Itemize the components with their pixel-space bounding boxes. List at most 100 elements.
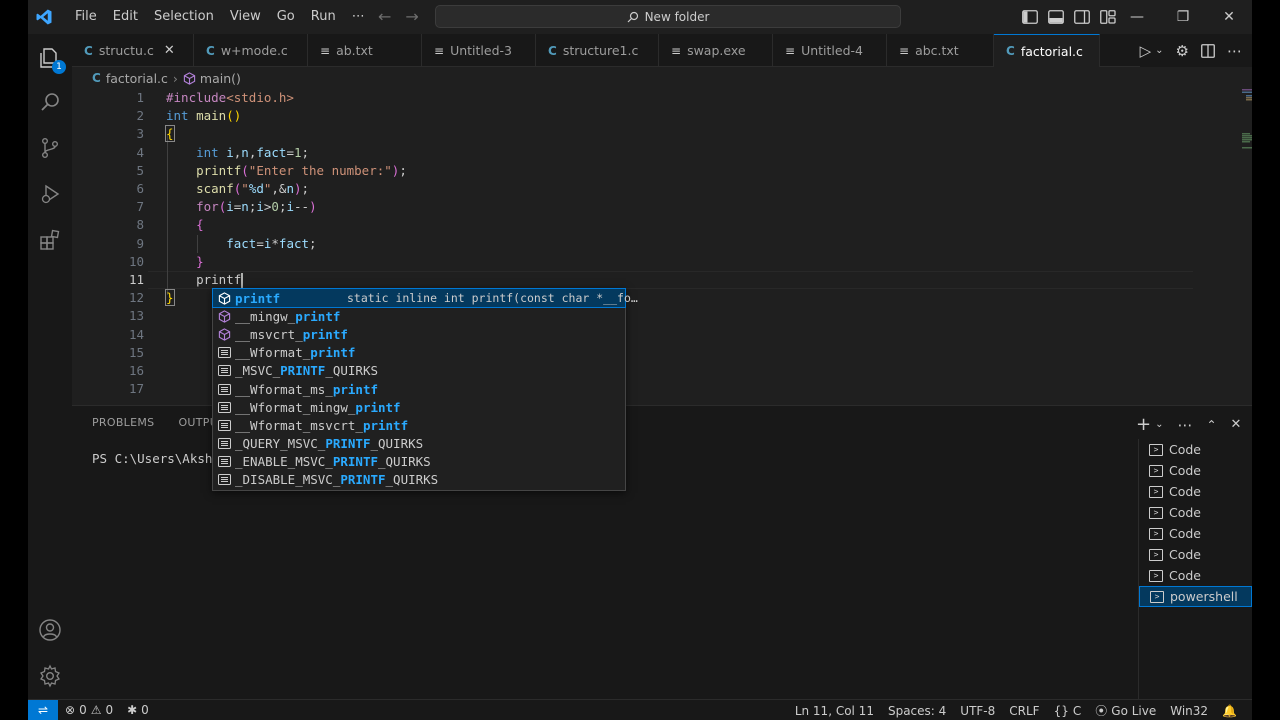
terminal-item[interactable]: > Code [1139,544,1252,565]
ports-status[interactable]: ✱ 0 [120,703,156,717]
text-symbol-icon [217,473,231,487]
menu-more[interactable]: ⋯ [344,0,373,34]
suggestion-item[interactable]: __Wformat_mingw_ printf [213,398,625,416]
suggestion-item[interactable]: printf static inline int printf(const cha… [212,287,638,309]
error-icon: ⊗ [65,703,76,717]
more-actions-icon[interactable]: ⋯ [1177,416,1192,434]
terminal-prompt[interactable]: PS C:\Users\Akshi [92,451,220,466]
terminal-item[interactable]: > Code [1139,439,1252,460]
toggle-primary-sidebar-icon[interactable] [1022,10,1038,24]
maximize-panel-chevron-up-icon[interactable]: ⌃ [1206,418,1216,432]
language-mode[interactable]: {} C [1047,704,1089,718]
extensions-icon[interactable] [28,218,72,262]
tab-structure1-c[interactable]: C structure1.c [536,34,659,67]
suggestion-prefix: __mingw_ [235,308,296,324]
toggle-panel-icon[interactable] [1048,10,1064,24]
line-number: 11 [128,272,144,287]
source-control-icon[interactable] [28,126,72,170]
close-window-icon[interactable]: ✕ [1206,0,1252,34]
suggestion-match: printf [362,417,409,433]
tab-untitled-4[interactable]: ≡ Untitled-4 [773,34,887,67]
suggestion-match: PRINTF [325,436,371,452]
line-number: 9 [136,235,144,251]
breadcrumb-file[interactable]: factorial.c [106,71,168,86]
suggestion-item[interactable]: __Wformat_ms_ printf [213,380,625,398]
problems-status[interactable]: ⊗ 0 ⚠ 0 [58,703,120,717]
accounts-icon[interactable] [28,608,72,652]
menu-go[interactable]: Go [269,0,303,34]
letterbox-right [1252,0,1280,720]
menu-view[interactable]: View [222,0,269,34]
line-number: 8 [136,217,144,233]
line-number: 12 [128,290,144,306]
suggestion-item[interactable]: _ENABLE_MSVC_ PRINTF _QUIRKS [213,453,625,471]
terminal-item[interactable]: > Code [1139,502,1252,523]
tab-problems[interactable]: PROBLEMS [92,416,154,429]
close-tab-icon[interactable]: ✕ [164,43,175,58]
terminal-dropdown-chevron-icon[interactable]: ⌄ [1155,419,1163,430]
suggestion-item[interactable]: _QUERY_MSVC_ PRINTF _QUIRKS [213,435,625,453]
manage-gear-icon[interactable] [28,654,72,698]
suggestion-prefix: _DISABLE_MSVC_ [235,472,341,488]
suggestion-item[interactable]: __mingw_ printf [213,307,625,325]
tab-structu-c[interactable]: C structu.c ✕ [72,34,194,67]
suggestion-item[interactable]: _DISABLE_MSVC_ PRINTF _QUIRKS [213,471,625,489]
indentation[interactable]: Spaces: 4 [881,704,953,718]
more-actions-icon[interactable]: ⋯ [1227,42,1242,60]
tab-swap-exe[interactable]: ≡ swap.exe [659,34,773,67]
tab-abc-txt[interactable]: ≡ abc.txt [887,34,994,67]
autocomplete-suggestions: printf static inline int printf(const cha… [212,287,638,491]
cursor-position[interactable]: Ln 11, Col 11 [788,704,881,718]
menu-selection[interactable]: Selection [146,0,222,34]
typed-text: printf [196,272,242,287]
minimize-icon[interactable]: — [1114,0,1160,34]
c-file-icon: C [84,43,93,58]
terminal-item-selected[interactable]: > powershell [1139,586,1252,607]
suggestion-item[interactable]: __Wformat_ printf [213,344,625,362]
letterbox-left [0,0,28,720]
nav-arrows: ← → [378,7,419,26]
close-panel-icon[interactable]: ✕ [1231,417,1242,432]
forward-arrow-icon[interactable]: → [405,7,418,26]
explorer-icon[interactable]: 1 [28,36,72,80]
editor-tab-bar: C structu.c ✕ C w+mode.c ≡ ab.txt ≡ Unti… [72,34,1252,67]
toggle-secondary-sidebar-icon[interactable] [1074,10,1090,24]
restore-icon[interactable]: ❐ [1160,0,1206,34]
menu-file[interactable]: File [67,0,105,34]
suggestion-item[interactable]: __Wformat_msvcrt_ printf [213,416,625,434]
breadcrumb-symbol[interactable]: main() [200,71,241,86]
tab-wmode-c[interactable]: C w+mode.c [194,34,308,67]
run-dropdown-chevron-icon[interactable]: ⌄ [1155,45,1163,56]
command-center-search[interactable]: New folder [435,5,901,28]
minimap[interactable] [1212,89,1252,405]
text-file-icon: ≡ [785,43,796,58]
search-view-icon[interactable] [28,80,72,124]
settings-gear-icon[interactable]: ⚙ [1176,42,1189,60]
tab-factorial-c[interactable]: C factorial.c [994,34,1100,67]
remote-indicator-icon[interactable]: ⇌ [28,699,58,720]
run-file-icon[interactable]: ▷ [1140,42,1152,60]
new-terminal-plus-icon[interactable]: + [1136,414,1151,435]
run-debug-icon[interactable] [28,172,72,216]
encoding[interactable]: UTF-8 [953,704,1002,718]
suggestion-item[interactable]: _MSVC_ PRINTF _QUIRKS [213,362,625,380]
suggestion-item[interactable]: __msvcrt_ printf [213,325,625,343]
go-live-button[interactable]: ⦿ Go Live [1088,702,1163,719]
back-arrow-icon[interactable]: ← [378,7,391,26]
platform[interactable]: Win32 [1163,704,1215,718]
tab-ab-txt[interactable]: ≡ ab.txt [308,34,422,67]
terminal-item[interactable]: > Code [1139,481,1252,502]
menu-run[interactable]: Run [303,0,344,34]
line-number: 5 [136,162,144,178]
terminal-item[interactable]: > Code [1139,523,1252,544]
terminal-item[interactable]: > Code [1139,460,1252,481]
menu-edit[interactable]: Edit [105,0,146,34]
line-ending[interactable]: CRLF [1002,704,1046,718]
tab-untitled-3[interactable]: ≡ Untitled-3 [422,34,536,67]
split-editor-icon[interactable] [1201,43,1215,58]
notifications-bell-icon[interactable]: 🔔 [1215,704,1244,718]
function-cube-icon [183,71,196,85]
terminal-item[interactable]: > Code [1139,565,1252,586]
line-number: 7 [136,199,144,215]
suggestion-match: PRINTF [332,454,378,470]
